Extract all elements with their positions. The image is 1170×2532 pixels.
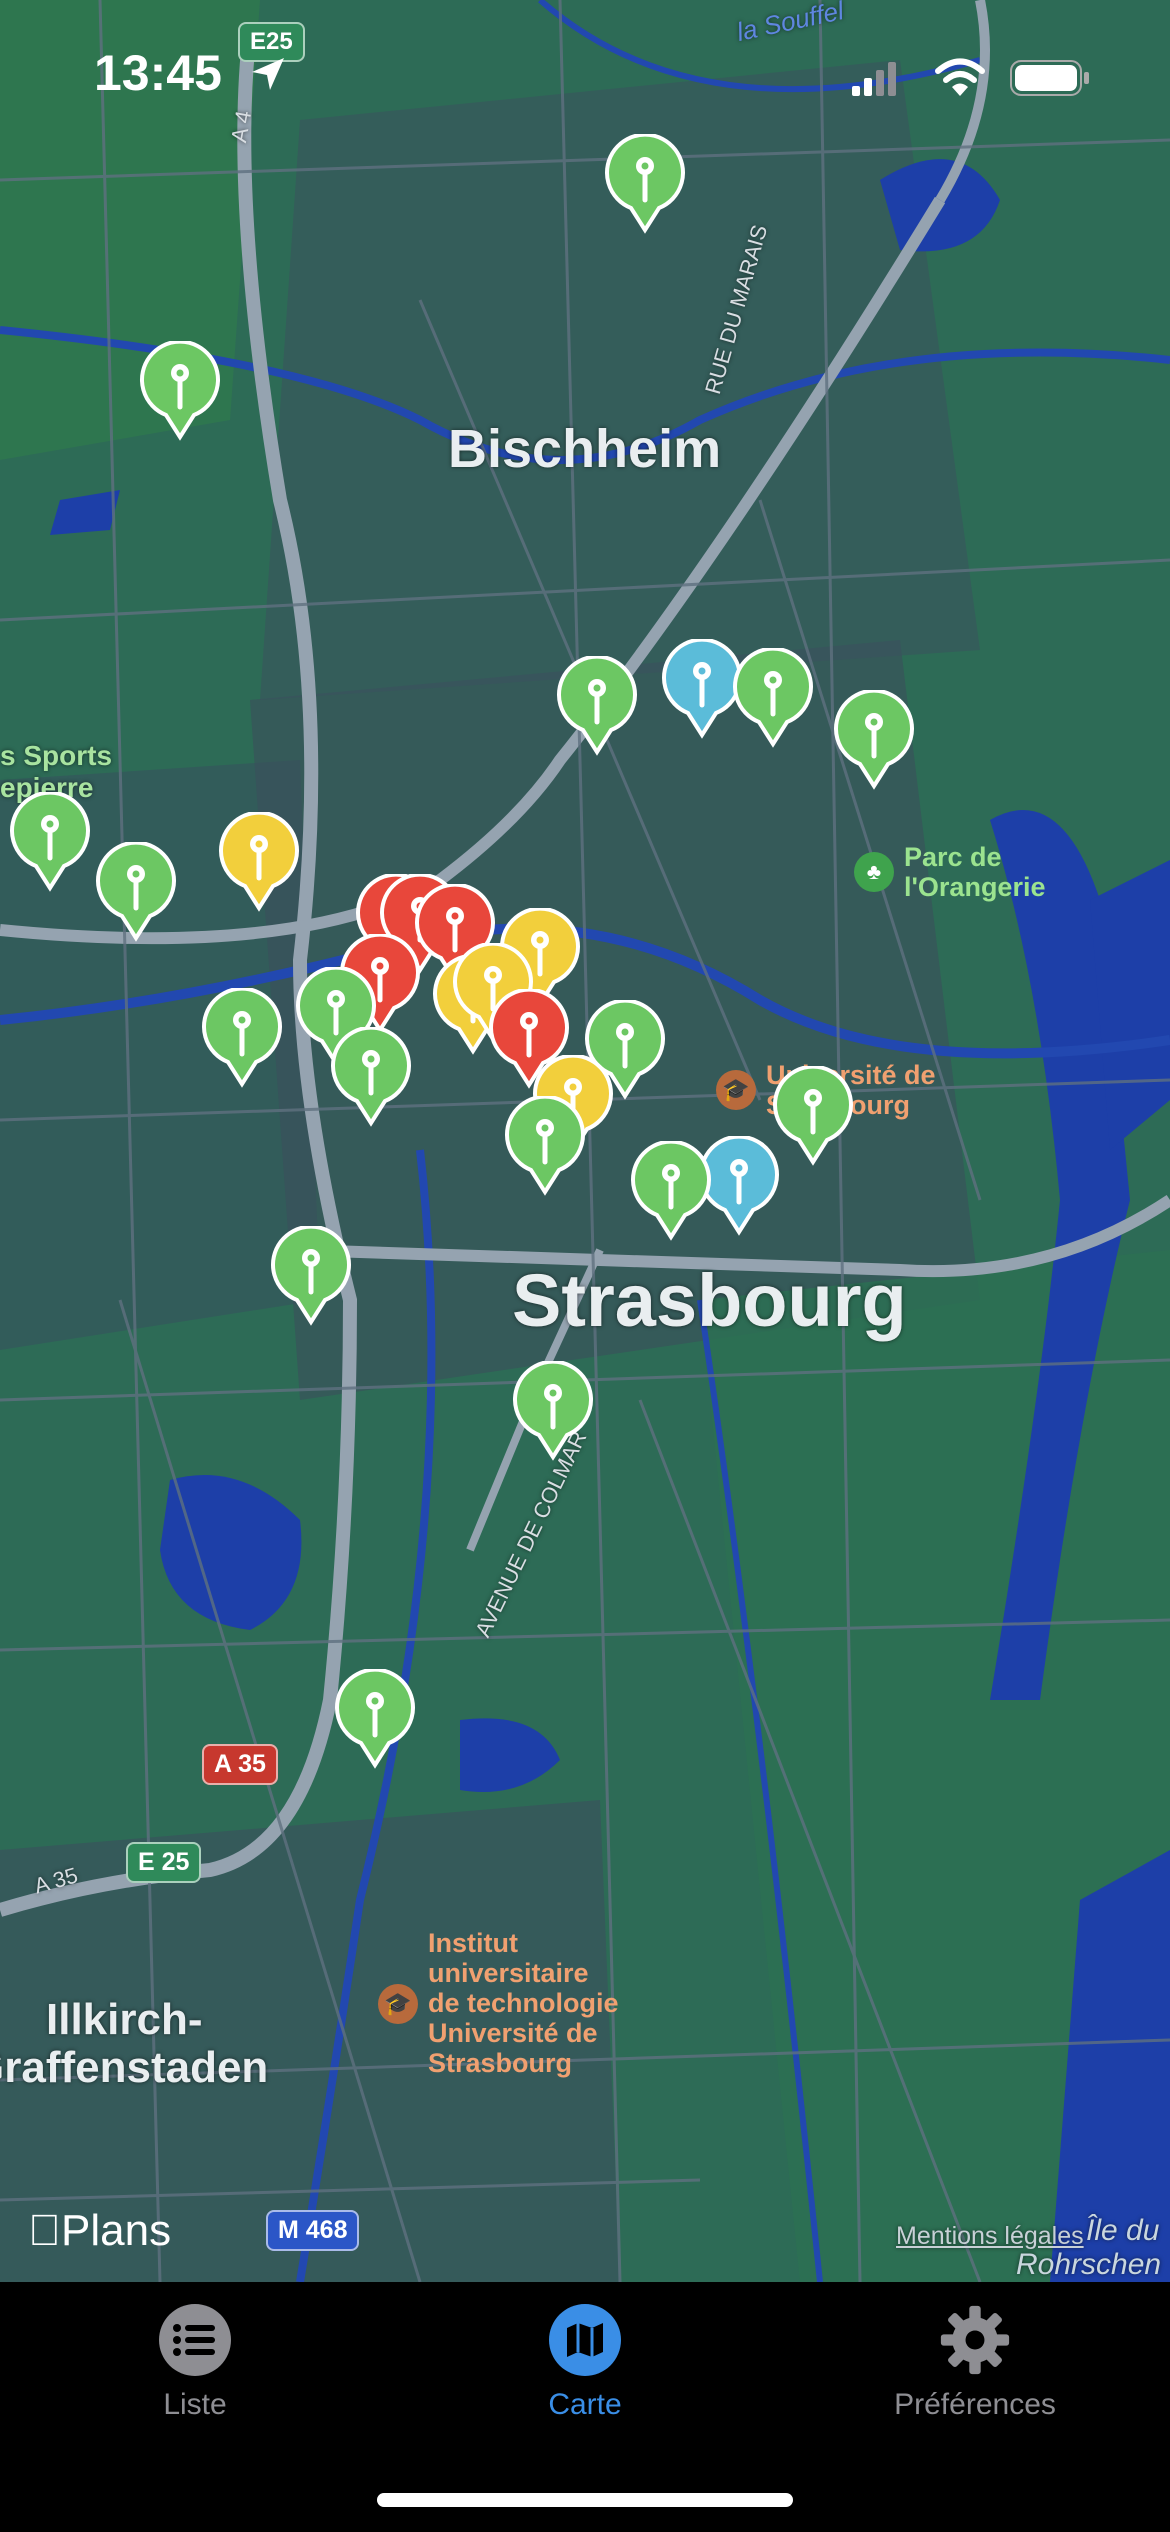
tree-icon: ♣ bbox=[854, 852, 894, 892]
map-pin-green[interactable] bbox=[94, 840, 178, 942]
tab-label-preferences: Préférences bbox=[894, 2388, 1056, 2421]
map-pin-green[interactable] bbox=[511, 1359, 595, 1461]
map-pin-green[interactable] bbox=[731, 646, 815, 748]
tab-preferences[interactable]: Préférences bbox=[780, 2282, 1170, 2452]
map-pin-green[interactable] bbox=[269, 1224, 353, 1326]
place-label-illkirch-1: Illkirch- bbox=[46, 1995, 203, 2044]
map-pin-green[interactable] bbox=[629, 1139, 713, 1241]
map-pin-green[interactable] bbox=[503, 1094, 587, 1196]
road-shield-e25-bottom: E 25 bbox=[126, 1842, 202, 1883]
map-icon bbox=[549, 2304, 621, 2376]
map-pin-green[interactable] bbox=[333, 1667, 417, 1769]
maps-attribution: Plans bbox=[28, 2206, 171, 2255]
map-pin-green[interactable] bbox=[138, 339, 222, 441]
poi-label-parc: Parc de l'Orangerie bbox=[904, 842, 1046, 902]
apple-logo-icon:  bbox=[28, 2206, 61, 2255]
map-pin-yellow[interactable] bbox=[217, 810, 301, 912]
tab-label-liste: Liste bbox=[163, 2388, 227, 2421]
tab-carte[interactable]: Carte bbox=[390, 2282, 780, 2452]
place-label-bischheim: Bischheim bbox=[448, 419, 722, 479]
map-pin-green[interactable] bbox=[832, 688, 916, 790]
location-arrow-icon bbox=[252, 58, 284, 90]
road-shield-a35: A 35 bbox=[202, 1744, 278, 1785]
poi-institut-universitaire[interactable]: 🎓 Institut universitaire de technologie … bbox=[378, 1928, 619, 2078]
wifi-icon bbox=[935, 58, 985, 96]
legal-notice-link[interactable]: Mentions légales bbox=[896, 2222, 1084, 2251]
place-label-illkirch-2: Graffenstaden bbox=[0, 2043, 269, 2092]
map-pin-green[interactable] bbox=[200, 986, 284, 1088]
gear-icon bbox=[939, 2304, 1011, 2376]
poi-label-institut: Institut universitaire de technologie Un… bbox=[428, 1928, 619, 2078]
road-shield-m468: M 468 bbox=[266, 2210, 360, 2251]
home-indicator bbox=[377, 2493, 793, 2507]
place-label-sports-1: s Sports bbox=[0, 740, 113, 771]
tab-liste[interactable]: Liste bbox=[0, 2282, 390, 2452]
graduation-cap-icon: 🎓 bbox=[378, 1984, 418, 2024]
map-pin-green[interactable] bbox=[771, 1064, 855, 1166]
battery-icon bbox=[1010, 60, 1089, 96]
tab-label-carte: Carte bbox=[548, 2388, 622, 2421]
map-pin-green[interactable] bbox=[329, 1025, 413, 1127]
poi-parc-orangerie[interactable]: ♣ Parc de l'Orangerie bbox=[854, 842, 1045, 902]
graduation-cap-icon: 🎓 bbox=[716, 1070, 756, 1110]
map-pin-green[interactable] bbox=[8, 790, 92, 892]
status-time: 13:45 bbox=[94, 45, 222, 101]
list-icon bbox=[159, 2304, 231, 2376]
map-view[interactable]: Bischheim Strasbourg Illkirch- Graffenst… bbox=[0, 0, 1170, 2282]
map-pin-green[interactable] bbox=[555, 654, 639, 756]
place-label-ile-2: Rohrschen bbox=[1016, 2248, 1162, 2281]
place-label-strasbourg: Strasbourg bbox=[512, 1259, 907, 1342]
place-label-ile-1: Île du bbox=[1086, 2214, 1160, 2247]
map-pin-green[interactable] bbox=[603, 132, 687, 234]
status-bar: 13:45 bbox=[0, 0, 1170, 140]
cellular-signal-icon bbox=[852, 62, 896, 96]
